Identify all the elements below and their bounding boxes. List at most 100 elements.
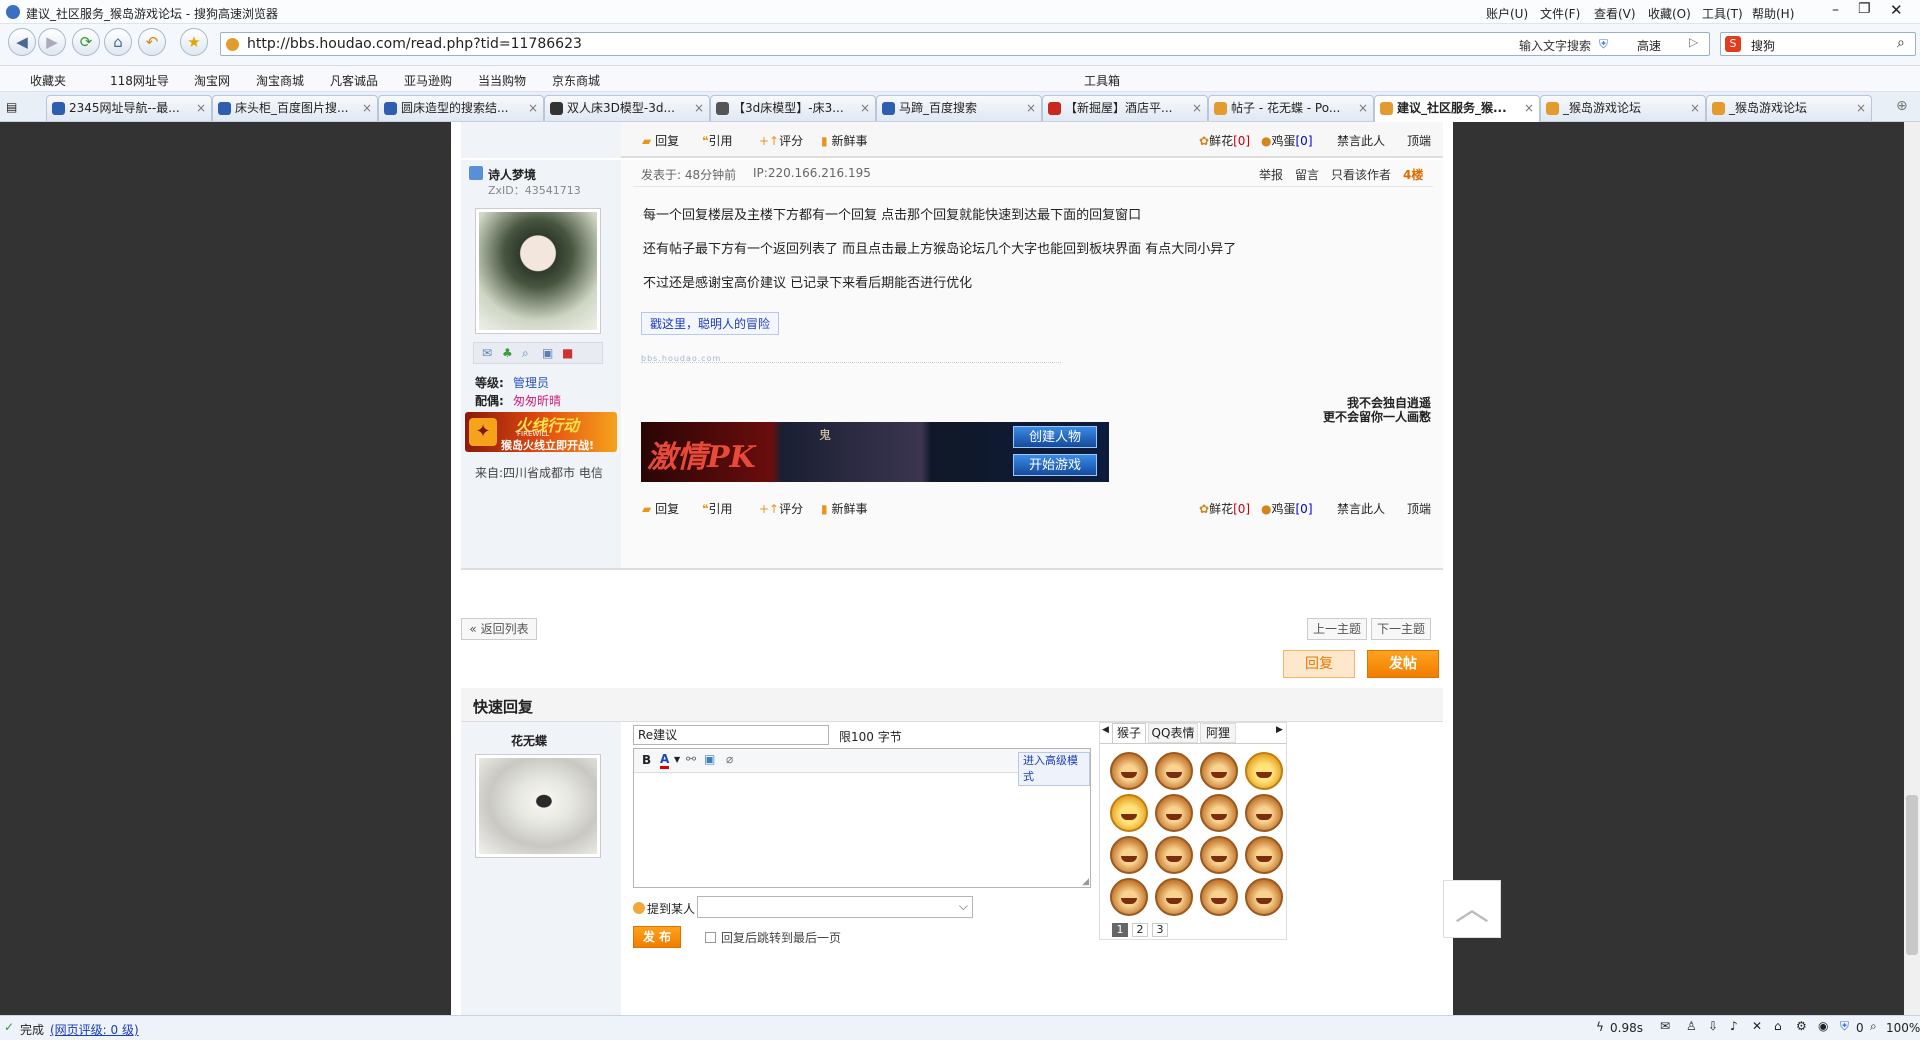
reply-button[interactable]: 回复 xyxy=(1283,650,1355,678)
tab-close-icon[interactable]: × xyxy=(196,96,206,120)
tab-close-icon[interactable]: × xyxy=(528,96,538,120)
color-dropdown-icon[interactable]: ▼ xyxy=(674,755,680,764)
rate-action[interactable]: +↑评分 xyxy=(759,500,803,517)
tab-8[interactable]: 帖子 - 花无蝶 - Po... × xyxy=(1208,95,1374,121)
menu-tools[interactable]: 工具(T) xyxy=(1702,5,1743,22)
zoom-icon[interactable]: ⌕ xyxy=(1870,1019,1877,1034)
new-post-button[interactable]: 发帖 xyxy=(1367,650,1439,678)
tab-2[interactable]: 床头柜_百度图片搜... × xyxy=(212,95,378,121)
resize-grip-icon[interactable]: ◢ xyxy=(1082,877,1089,887)
monkey-emoji-14[interactable] xyxy=(1155,878,1193,916)
tab-10[interactable]: _猴岛游戏论坛 × xyxy=(1540,95,1706,121)
link-icon[interactable]: ⚯ xyxy=(686,752,696,766)
banner-start-button[interactable]: 开始游戏 xyxy=(1013,454,1097,476)
advanced-mode-button[interactable]: 进入高级模式 xyxy=(1018,752,1090,786)
tab-1[interactable]: 2345网址导航--最... × xyxy=(46,95,212,121)
reply-action[interactable]: ▰ 回复 xyxy=(642,500,679,517)
monkey-emoji-8[interactable] xyxy=(1245,794,1283,832)
page-rating-link[interactable]: (网页评级: 0 级) xyxy=(50,1021,139,1038)
top-link[interactable]: 顶端 xyxy=(1407,132,1431,149)
firewill-ad-banner[interactable]: ✦ 火线行动 FIREWILL 猴岛火线立即开战! xyxy=(465,412,617,452)
monkey-emoji-10[interactable] xyxy=(1155,836,1193,874)
person-icon[interactable]: ♙ xyxy=(1686,1019,1697,1033)
game-banner[interactable]: 激情PK 鬼 创建人物 开始游戏 xyxy=(641,422,1109,482)
toolbox-menu[interactable]: 工具箱 xyxy=(1084,72,1120,89)
news-action[interactable]: ▮ 新鲜事 xyxy=(821,132,867,149)
tab-close-icon[interactable]: × xyxy=(362,96,372,120)
menu-view[interactable]: 查看(V) xyxy=(1594,5,1636,22)
back-to-list-button[interactable]: « 返回列表 xyxy=(461,618,537,640)
quote-action[interactable]: ❝引用 xyxy=(702,132,732,149)
tab-close-icon[interactable]: × xyxy=(1358,96,1368,120)
menu-account[interactable]: 账户(U) xyxy=(1486,5,1528,22)
tab-11[interactable]: _猴岛游戏论坛 × xyxy=(1706,95,1872,121)
monkey-emoji-5[interactable] xyxy=(1110,794,1148,832)
back-to-top-button[interactable]: ︿ xyxy=(1443,880,1501,938)
author-avatar[interactable] xyxy=(475,208,601,334)
search-user-icon[interactable]: ⌕ xyxy=(522,346,529,361)
fav-item-vancl[interactable]: 凡客诚品 xyxy=(330,72,378,89)
fav-item-tmall[interactable]: 淘宝商城 xyxy=(256,72,304,89)
monkey-emoji-9[interactable] xyxy=(1110,836,1148,874)
minimize-button[interactable]: – xyxy=(1832,2,1839,18)
flower-action[interactable]: ✿鲜花[0] xyxy=(1199,132,1250,149)
jump-checkbox[interactable] xyxy=(705,932,716,943)
emoji-prev-icon[interactable]: ◀ xyxy=(1102,725,1109,735)
tab-7[interactable]: 【新掘屋】酒店平... × xyxy=(1042,95,1208,121)
quote-action[interactable]: ❝引用 xyxy=(702,500,732,517)
emoji-next-icon[interactable]: ▶ xyxy=(1276,725,1283,735)
egg-action[interactable]: ●鸡蛋[0] xyxy=(1261,132,1313,149)
submit-button[interactable]: 发 布 xyxy=(633,926,681,948)
monkey-emoji-4[interactable] xyxy=(1245,752,1283,790)
editor[interactable]: B A ▼ ⚯ ▣ ⌀ 进入高级模式 ◢ xyxy=(633,748,1091,888)
level-value[interactable]: 管理员 xyxy=(513,374,549,391)
download-icon[interactable]: ⇩ xyxy=(1708,1019,1718,1033)
menu-help[interactable]: 帮助(H) xyxy=(1752,5,1794,22)
address-bar[interactable]: http://bbs.houdao.com/read.php?tid=11786… xyxy=(220,32,1710,56)
back-button[interactable]: ◀ xyxy=(8,28,36,56)
tab-close-icon[interactable]: × xyxy=(1192,96,1202,120)
tab-3[interactable]: 圆床造型的搜索结... × xyxy=(378,95,544,121)
eye-icon[interactable]: ◉ xyxy=(1818,1019,1828,1033)
news-action[interactable]: ▮ 新鲜事 xyxy=(821,500,867,517)
fav-item-jd[interactable]: 京东商城 xyxy=(552,72,600,89)
url-text[interactable]: http://bbs.houdao.com/read.php?tid=11786… xyxy=(247,36,582,52)
settings-icon[interactable]: ⚙ xyxy=(1796,1019,1807,1033)
shield-status-icon[interactable]: ⛨ xyxy=(1840,1019,1849,1034)
monkey-emoji-16[interactable] xyxy=(1245,878,1283,916)
menu-file[interactable]: 文件(F) xyxy=(1540,5,1580,22)
only-author-link[interactable]: 只看该作者 xyxy=(1331,166,1391,183)
chat-icon[interactable]: ✉ xyxy=(1660,1019,1670,1033)
fav-item-dangdang[interactable]: 当当购物 xyxy=(478,72,526,89)
fav-item-118[interactable]: 118网址导 xyxy=(110,72,169,89)
favorite-star-button[interactable]: ★ xyxy=(180,28,208,56)
reply-action[interactable]: ▰ 回复 xyxy=(642,132,679,149)
restore-button[interactable]: ❐ xyxy=(1858,1,1871,17)
speed-mode-button[interactable]: 高速 xyxy=(1637,37,1661,54)
tab-close-icon[interactable]: × xyxy=(1856,96,1866,120)
profile-icon[interactable]: ▣ xyxy=(542,346,553,360)
menu-favorites[interactable]: 收藏(O) xyxy=(1648,5,1691,22)
mute-icon[interactable]: ✕ xyxy=(1752,1019,1762,1033)
subject-input[interactable]: Re建议 xyxy=(633,725,829,745)
font-color-icon[interactable]: A xyxy=(660,752,670,769)
egg-action[interactable]: ●鸡蛋[0] xyxy=(1261,500,1313,517)
next-topic-button[interactable]: 下一主题 xyxy=(1371,618,1431,640)
zoom-level[interactable]: 100% xyxy=(1886,1021,1920,1035)
new-tab-icon[interactable]: ⊕ xyxy=(1896,98,1908,114)
undo-button[interactable]: ↶ xyxy=(138,28,166,56)
report-link[interactable]: 举报 xyxy=(1259,166,1283,183)
emoji-page-3[interactable]: 3 xyxy=(1152,923,1168,937)
search-icon[interactable]: ⌕ xyxy=(1897,35,1905,51)
search-box[interactable]: S 搜狗 ⌕ xyxy=(1720,32,1916,56)
banner-create-button[interactable]: 创建人物 xyxy=(1013,426,1097,448)
forward-button[interactable]: ▶ xyxy=(38,28,66,56)
monkey-emoji-6[interactable] xyxy=(1155,794,1193,832)
message-icon[interactable]: ✉ xyxy=(482,346,492,360)
ban-user-link[interactable]: 禁言此人 xyxy=(1337,500,1385,517)
tab-close-icon[interactable]: × xyxy=(1690,96,1700,120)
close-window-button[interactable]: ✕ xyxy=(1890,1,1903,19)
tab-close-icon[interactable]: × xyxy=(694,96,704,120)
monkey-emoji-1[interactable] xyxy=(1110,752,1148,790)
emoji-tab-qq[interactable]: QQ表情 xyxy=(1148,723,1198,743)
